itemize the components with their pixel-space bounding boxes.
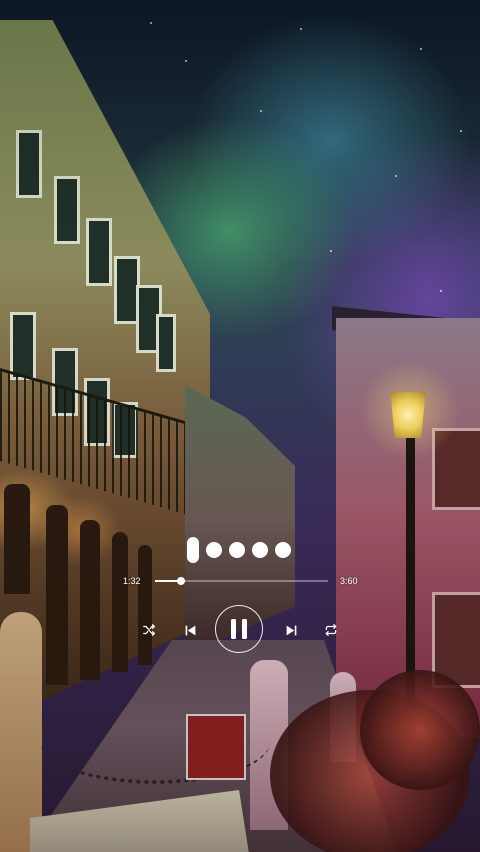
indicator-dot [229,542,245,558]
seek-bar[interactable] [155,577,328,585]
skip-previous-icon [185,625,195,635]
indicator-dot [275,542,291,558]
total-time: 3:60 [340,576,358,586]
indicator-dot [206,542,222,558]
shuffle-button[interactable] [140,621,158,639]
seek-bar-thumb[interactable] [176,577,185,585]
overlay-shade [0,0,480,852]
background-wallpaper [0,0,480,852]
elapsed-time: 1:32 [123,576,141,586]
repeat-icon [325,624,337,636]
shuffle-icon [143,624,155,636]
pause-icon [231,619,247,639]
repeat-button[interactable] [322,621,340,639]
previous-button[interactable] [182,622,198,638]
skip-next-icon [286,625,296,635]
next-button[interactable] [283,622,299,638]
indicator-bar [187,537,199,563]
play-pause-button[interactable] [215,605,263,653]
indicator-dot [252,542,268,558]
lyrics-loading-indicator [187,537,291,563]
